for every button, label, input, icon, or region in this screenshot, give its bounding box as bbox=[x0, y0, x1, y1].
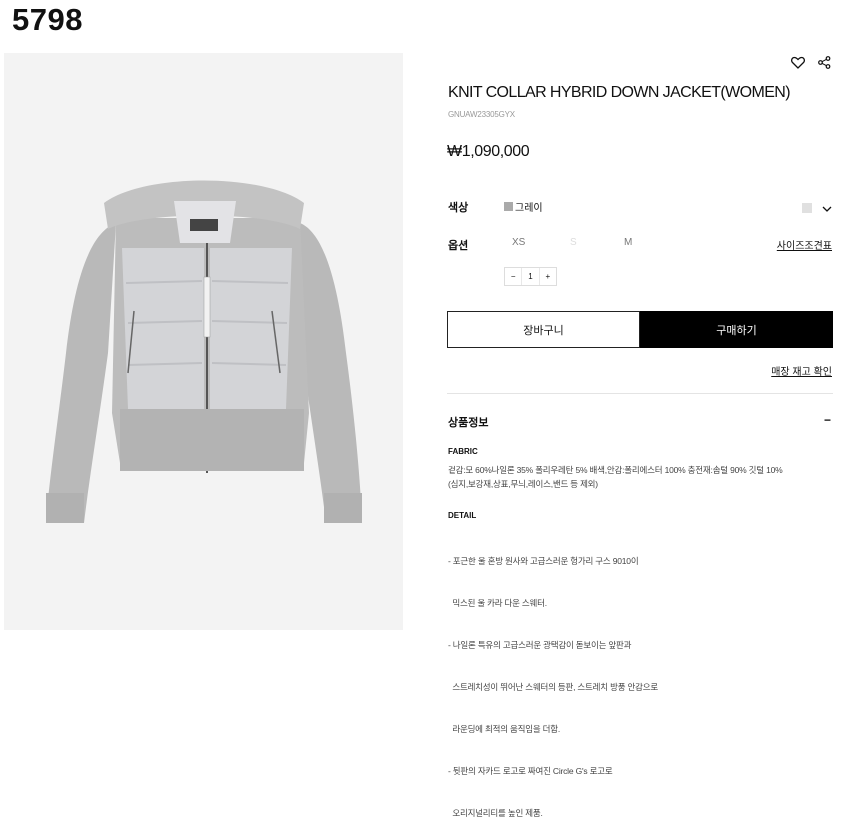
detail-line: 라운딩에 최적의 움직임을 더함. bbox=[448, 724, 561, 734]
fabric-title: FABRIC bbox=[448, 447, 478, 456]
fabric-line: 겉감:모 60%나일론 35% 폴리우레탄 5% 배색,안감:폴리에스터 100… bbox=[448, 465, 783, 475]
store-stock-link[interactable]: 매장 재고 확인 bbox=[771, 363, 832, 378]
detail-line: - 나일론 특유의 고급스러운 광택감이 돋보이는 앞판과 bbox=[448, 640, 632, 650]
quantity-plus-button[interactable]: + bbox=[540, 268, 556, 285]
detail-line: 오리지널리티를 높인 제품. bbox=[448, 808, 543, 818]
detail-line: - 포근한 울 혼방 원사와 고급스러운 헝가리 구스 9010이 bbox=[448, 556, 639, 566]
size-option-m[interactable]: M bbox=[624, 237, 632, 248]
fabric-text: 겉감:모 60%나일론 35% 폴리우레탄 5% 배색,안감:폴리에스터 100… bbox=[448, 463, 783, 491]
divider bbox=[447, 393, 833, 394]
quantity-value[interactable]: 1 bbox=[521, 268, 540, 285]
color-select[interactable] bbox=[802, 199, 832, 217]
page-id: 5798 bbox=[12, 2, 83, 37]
color-label: 색상 bbox=[448, 202, 469, 214]
color-name: 그레이 bbox=[515, 203, 543, 214]
collapse-icon[interactable]: − bbox=[824, 413, 831, 427]
detail-line: 스트레치성이 뛰어난 스웨터의 등판, 스트레치 방풍 안감으로 bbox=[448, 682, 658, 692]
product-info-header[interactable]: 상품정보 bbox=[448, 414, 488, 430]
chevron-down-icon bbox=[822, 199, 832, 217]
add-to-cart-button[interactable]: 장바구니 bbox=[447, 311, 640, 348]
heart-icon[interactable] bbox=[790, 54, 806, 70]
option-label: 옵션 bbox=[448, 240, 469, 252]
fabric-line: (심지,보강재,상표,무늬,레이스,밴드 등 제외) bbox=[448, 479, 598, 489]
size-option-s[interactable]: S bbox=[570, 237, 577, 248]
product-price: ₩1,090,000 bbox=[447, 143, 530, 160]
quantity-stepper: − 1 + bbox=[504, 267, 557, 286]
detail-line: 믹스된 울 카라 다운 스웨터. bbox=[448, 598, 547, 608]
color-select-swatch bbox=[802, 203, 812, 213]
detail-title: DETAIL bbox=[448, 511, 477, 520]
color-value: 그레이 bbox=[504, 199, 543, 214]
buy-now-button[interactable]: 구매하기 bbox=[640, 311, 833, 348]
product-image bbox=[4, 53, 403, 630]
detail-text: - 포근한 울 혼방 원사와 고급스러운 헝가리 구스 9010이 믹스된 울 … bbox=[448, 526, 658, 834]
product-code: GNUAW23305GYX bbox=[448, 110, 515, 119]
quantity-minus-button[interactable]: − bbox=[505, 268, 521, 285]
size-guide-link[interactable]: 사이즈조견표 bbox=[777, 237, 832, 252]
size-option-xs[interactable]: XS bbox=[512, 237, 525, 248]
color-swatch bbox=[504, 202, 513, 211]
share-icon[interactable] bbox=[816, 54, 832, 70]
jacket-illustration bbox=[46, 180, 362, 523]
product-title: KNIT COLLAR HYBRID DOWN JACKET(WOMEN) bbox=[448, 84, 791, 101]
detail-line: - 뒷판의 자카드 로고로 짜여진 Circle G's 로고로 bbox=[448, 766, 613, 776]
